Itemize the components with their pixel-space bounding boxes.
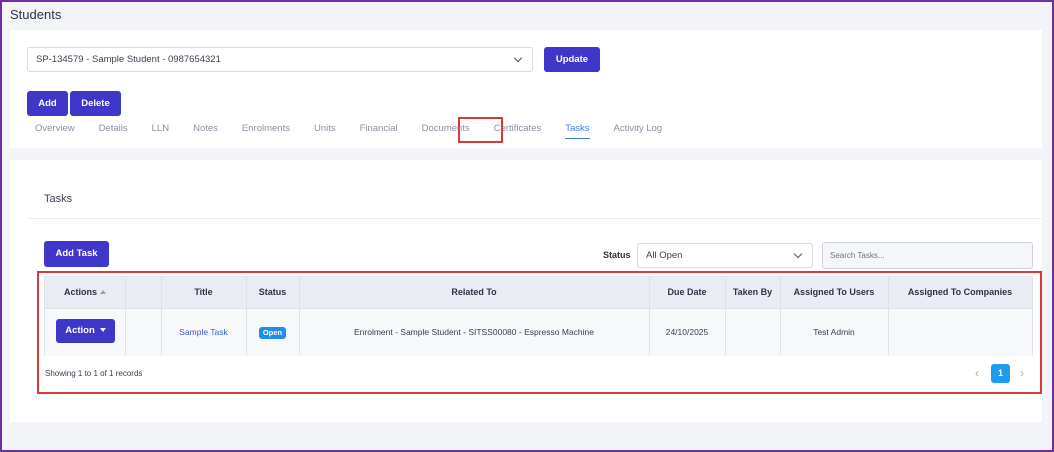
task-assigned-companies <box>888 308 1032 356</box>
tab-enrolments[interactable]: Enrolments <box>234 123 293 141</box>
delete-button[interactable]: Delete <box>70 91 121 116</box>
column-header-taken-by[interactable]: Taken By <box>725 277 780 308</box>
column-header-assigned-users[interactable]: Assigned To Users <box>780 277 888 308</box>
task-due-date: 24/10/2025 <box>665 327 709 337</box>
caret-down-icon <box>99 328 106 333</box>
column-header-status[interactable]: Status <box>246 277 299 308</box>
divider <box>27 218 1042 219</box>
task-assigned-users: Test Admin <box>813 327 855 337</box>
pagination-page-1[interactable]: 1 <box>991 364 1010 383</box>
column-divider <box>125 277 126 355</box>
chevron-down-icon <box>513 53 523 63</box>
column-header-assigned-companies[interactable]: Assigned To Companies <box>888 277 1032 308</box>
sort-up-icon <box>100 289 106 294</box>
task-taken-by <box>725 308 780 356</box>
task-status-cell: Open <box>246 308 299 356</box>
status-filter-select[interactable]: All Open <box>637 243 813 268</box>
tab-tasks[interactable]: Tasks <box>557 123 592 141</box>
action-label: Action <box>65 325 95 336</box>
student-tabs: Overview Details LLN Notes Enrolments Un… <box>27 123 678 141</box>
tab-details[interactable]: Details <box>91 123 131 141</box>
column-header-title[interactable]: Title <box>161 277 246 308</box>
tasks-heading: Tasks <box>44 193 73 205</box>
tasks-tab-highlight <box>458 117 503 143</box>
task-related-to: Enrolment - Sample Student - SITSS00080 … <box>353 327 594 337</box>
tasks-table: Actions Title Status Related To Due Date… <box>44 276 1033 356</box>
student-select-value: SP-134579 - Sample Student - 0987654321 <box>36 54 221 65</box>
status-badge: Open <box>258 326 287 339</box>
add-task-button[interactable]: Add Task <box>44 241 109 267</box>
column-header-related-to[interactable]: Related To <box>299 277 649 308</box>
tab-activity-log[interactable]: Activity Log <box>606 123 666 141</box>
update-button[interactable]: Update <box>544 47 600 72</box>
pagination-prev-button[interactable]: ‹ <box>975 366 979 380</box>
column-header-label: Actions <box>63 287 97 297</box>
status-filter-label: Status <box>603 250 631 260</box>
column-header-actions[interactable]: Actions <box>45 277 125 308</box>
status-filter-value: All Open <box>646 250 683 261</box>
pagination-next-button[interactable]: › <box>1020 366 1024 380</box>
page-title: Students <box>10 7 62 22</box>
tab-financial[interactable]: Financial <box>352 123 401 141</box>
records-info: Showing 1 to 1 of 1 records <box>45 369 143 378</box>
tab-overview[interactable]: Overview <box>27 123 78 141</box>
add-button[interactable]: Add <box>27 91 68 116</box>
student-select[interactable]: SP-134579 - Sample Student - 0987654321 <box>27 47 533 72</box>
row-action-button[interactable]: Action <box>56 319 115 343</box>
search-tasks-input[interactable] <box>822 242 1033 269</box>
tab-notes[interactable]: Notes <box>185 123 221 141</box>
task-title-link[interactable]: Sample Task <box>161 308 246 356</box>
chevron-down-icon <box>793 249 803 259</box>
tab-lln[interactable]: LLN <box>144 123 172 141</box>
column-header-due-date[interactable]: Due Date <box>649 277 725 308</box>
tab-units[interactable]: Units <box>306 123 339 141</box>
